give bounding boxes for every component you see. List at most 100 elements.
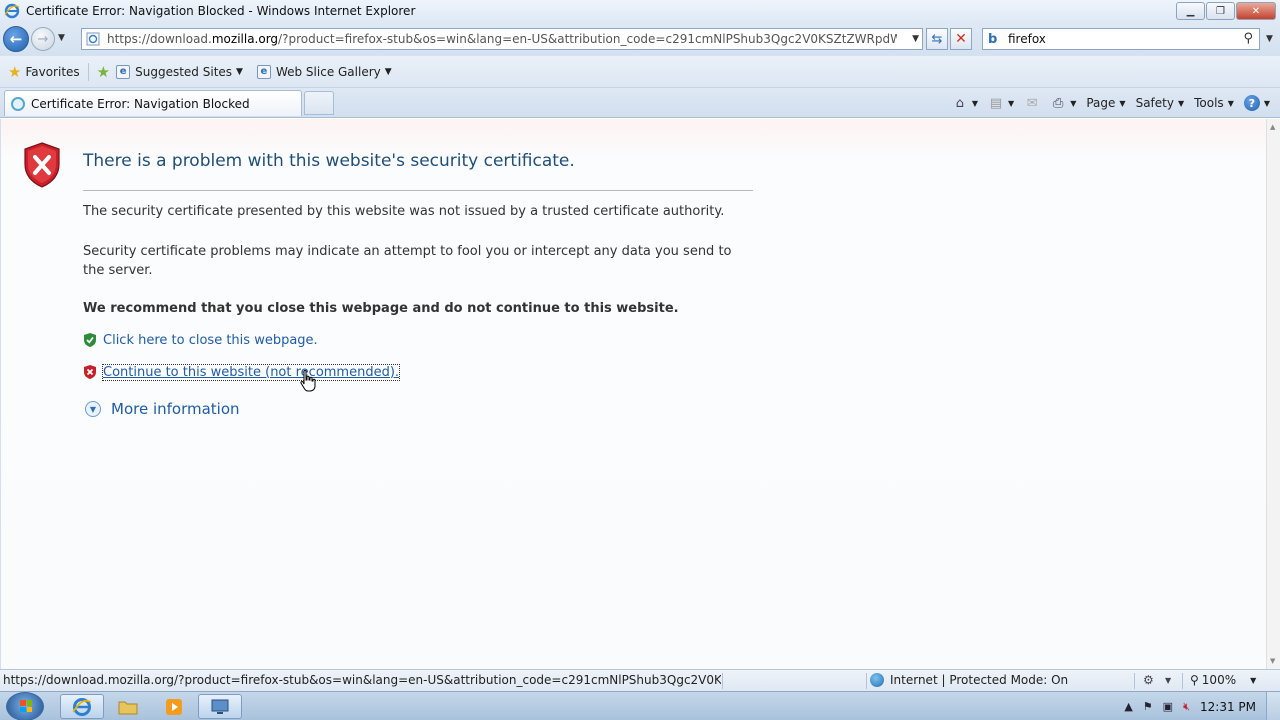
command-bar: ⌂ ▼ ▤ ▼ ✉ ⎙ ▼ Page ▼ Safety ▼ Tools ▼ ? ▼: [942, 92, 1270, 114]
address-bar[interactable]: https://download.mozilla.org/?product=fi…: [81, 28, 923, 50]
bing-icon: b: [988, 31, 998, 47]
back-button[interactable]: ←: [3, 26, 29, 52]
zoom-level[interactable]: ⚲ 100% ▼: [1190, 673, 1256, 687]
green-shield-check-icon: [84, 333, 96, 347]
zoom-icon: ⚲: [1190, 673, 1199, 687]
home-icon: ⌂: [955, 95, 965, 111]
error-warning: Security certificate problems may indica…: [83, 244, 732, 278]
window-title: Certificate Error: Navigation Blocked - …: [26, 4, 416, 18]
close-webpage-link[interactable]: Click here to close this webpage.: [103, 333, 318, 348]
show-desktop-button[interactable]: [1266, 692, 1280, 720]
tools-menu-label: Tools: [1194, 96, 1224, 110]
more-information-link[interactable]: More information: [111, 400, 240, 418]
start-button[interactable]: [6, 692, 44, 720]
monitor-icon: [211, 699, 229, 714]
web-slice-gallery-button[interactable]: e Web Slice Gallery ▼: [256, 64, 392, 79]
print-button[interactable]: ⎙ ▼: [1050, 95, 1076, 111]
address-dropdown[interactable]: ▼: [912, 34, 919, 44]
error-shield-icon: [24, 142, 60, 188]
security-zone[interactable]: Internet | Protected Mode: On: [870, 673, 1068, 687]
hand-cursor-icon: [300, 369, 316, 392]
recommendation-text: We recommend that you close this webpage…: [83, 301, 679, 316]
search-options-dropdown[interactable]: ▼: [1266, 34, 1273, 44]
network-icon[interactable]: ▣: [1163, 700, 1173, 713]
chevron-down-icon: ▼: [1070, 98, 1077, 108]
home-button[interactable]: ⌂ ▼: [952, 95, 978, 111]
page-menu[interactable]: Page ▼: [1086, 96, 1125, 110]
continue-to-website-link[interactable]: Continue to this website (not recommende…: [101, 363, 401, 381]
more-information-toggle[interactable]: ▼ More information: [85, 400, 240, 418]
chevron-down-icon: ▼: [1227, 98, 1234, 108]
safety-menu-label: Safety: [1135, 96, 1174, 110]
page-heading: There is a problem with this website's s…: [83, 151, 575, 171]
recent-pages-dropdown[interactable]: ▼: [58, 33, 65, 43]
close-icon: ✕: [1251, 5, 1261, 17]
tab-label: Certificate Error: Navigation Blocked: [31, 96, 250, 111]
tab-certificate-error[interactable]: Certificate Error: Navigation Blocked: [4, 90, 302, 116]
privacy-settings-icon[interactable]: ⚙: [1143, 673, 1154, 687]
favorites-button[interactable]: ★ Favorites: [8, 63, 80, 81]
scroll-down-icon[interactable]: ▼: [1270, 657, 1275, 665]
close-window-button[interactable]: ✕: [1236, 2, 1276, 20]
restore-button[interactable]: ❐: [1206, 2, 1235, 20]
read-mail-button[interactable]: ✉: [1024, 95, 1040, 111]
divider: [722, 673, 723, 689]
error-description: The security certificate presented by th…: [83, 204, 725, 219]
taskbar-file-explorer[interactable]: [106, 694, 150, 719]
divider: [83, 190, 753, 191]
media-player-icon: [166, 698, 182, 715]
continue-link-row: Continue to this website (not recommende…: [83, 363, 401, 381]
search-input[interactable]: [1008, 32, 1228, 46]
add-to-favorites-bar-button[interactable]: ★: [97, 63, 114, 81]
restore-icon: ❐: [1216, 5, 1225, 17]
divider: [1134, 673, 1135, 689]
volume-muted-icon[interactable]: 🔇︎: [1183, 700, 1190, 714]
chevron-down-icon: ▼: [1250, 675, 1257, 685]
safety-menu[interactable]: Safety ▼: [1136, 96, 1185, 110]
favorites-bar: ★ Favorites ★ e Suggested Sites ▼ e Web …: [0, 56, 1280, 88]
mail-icon: ✉: [1026, 95, 1038, 111]
chevron-down-icon: ▼: [1008, 98, 1015, 108]
zoom-label: 100%: [1201, 673, 1237, 687]
minimize-button[interactable]: ▁: [1176, 2, 1205, 20]
favorites-label: Favorites: [25, 64, 80, 79]
navigation-bar: ← → ▼ https://download.mozilla.org/?prod…: [0, 22, 1280, 56]
search-icon[interactable]: ⚲: [1243, 31, 1253, 46]
new-tab-button[interactable]: [304, 91, 334, 115]
windows-logo-icon: [20, 700, 32, 712]
chevron-down-icon[interactable]: ▼: [1165, 676, 1171, 685]
chevron-down-icon: ▼: [384, 66, 392, 77]
help-menu[interactable]: ? ▼: [1243, 95, 1270, 111]
compatibility-refresh-button[interactable]: ⇆: [926, 28, 948, 50]
url-text: https://download.mozilla.org/?product=fi…: [107, 32, 897, 46]
suggested-sites-button[interactable]: e Suggested Sites ▼: [116, 64, 243, 79]
action-center-flag-icon[interactable]: ⚑: [1143, 700, 1153, 713]
folder-icon: [118, 701, 138, 714]
scroll-up-icon[interactable]: ▲: [1270, 123, 1275, 131]
forward-button[interactable]: →: [31, 27, 55, 51]
back-arrow-icon: ←: [9, 30, 23, 48]
taskbar-media-player[interactable]: [152, 694, 196, 719]
star-icon: ★: [8, 62, 22, 81]
printer-icon: ⎙: [1053, 95, 1064, 111]
stop-button[interactable]: ✕: [950, 28, 972, 50]
title-bar: Certificate Error: Navigation Blocked - …: [0, 0, 1280, 22]
web-slice-gallery-icon: e: [256, 64, 271, 79]
tools-menu[interactable]: Tools ▼: [1194, 96, 1234, 110]
vertical-scrollbar[interactable]: ▲ ▼: [1266, 119, 1280, 669]
minimize-icon: ▁: [1186, 5, 1195, 17]
show-hidden-icons[interactable]: ▲: [1124, 700, 1132, 713]
chevron-down-icon: ▼: [236, 66, 243, 77]
close-webpage-link-row: Click here to close this webpage.: [83, 332, 318, 348]
search-box[interactable]: b ⚲: [982, 28, 1260, 50]
web-slice-gallery-label: Web Slice Gallery: [275, 64, 381, 79]
taskbar-internet-explorer[interactable]: [60, 694, 104, 719]
taskbar-remote-desktop[interactable]: [198, 694, 242, 719]
clock[interactable]: 12:31 PM: [1200, 700, 1256, 714]
tab-row: Certificate Error: Navigation Blocked ⌂ ▼…: [0, 88, 1280, 118]
loading-icon: [11, 96, 25, 111]
url-path: /?product=firefox-stub&os=win&lang=en-US…: [278, 32, 897, 46]
feeds-button[interactable]: ▤ ▼: [988, 95, 1014, 111]
certificate-error-page: There is a problem with this website's s…: [0, 119, 1266, 669]
stop-icon: ✕: [955, 31, 967, 47]
